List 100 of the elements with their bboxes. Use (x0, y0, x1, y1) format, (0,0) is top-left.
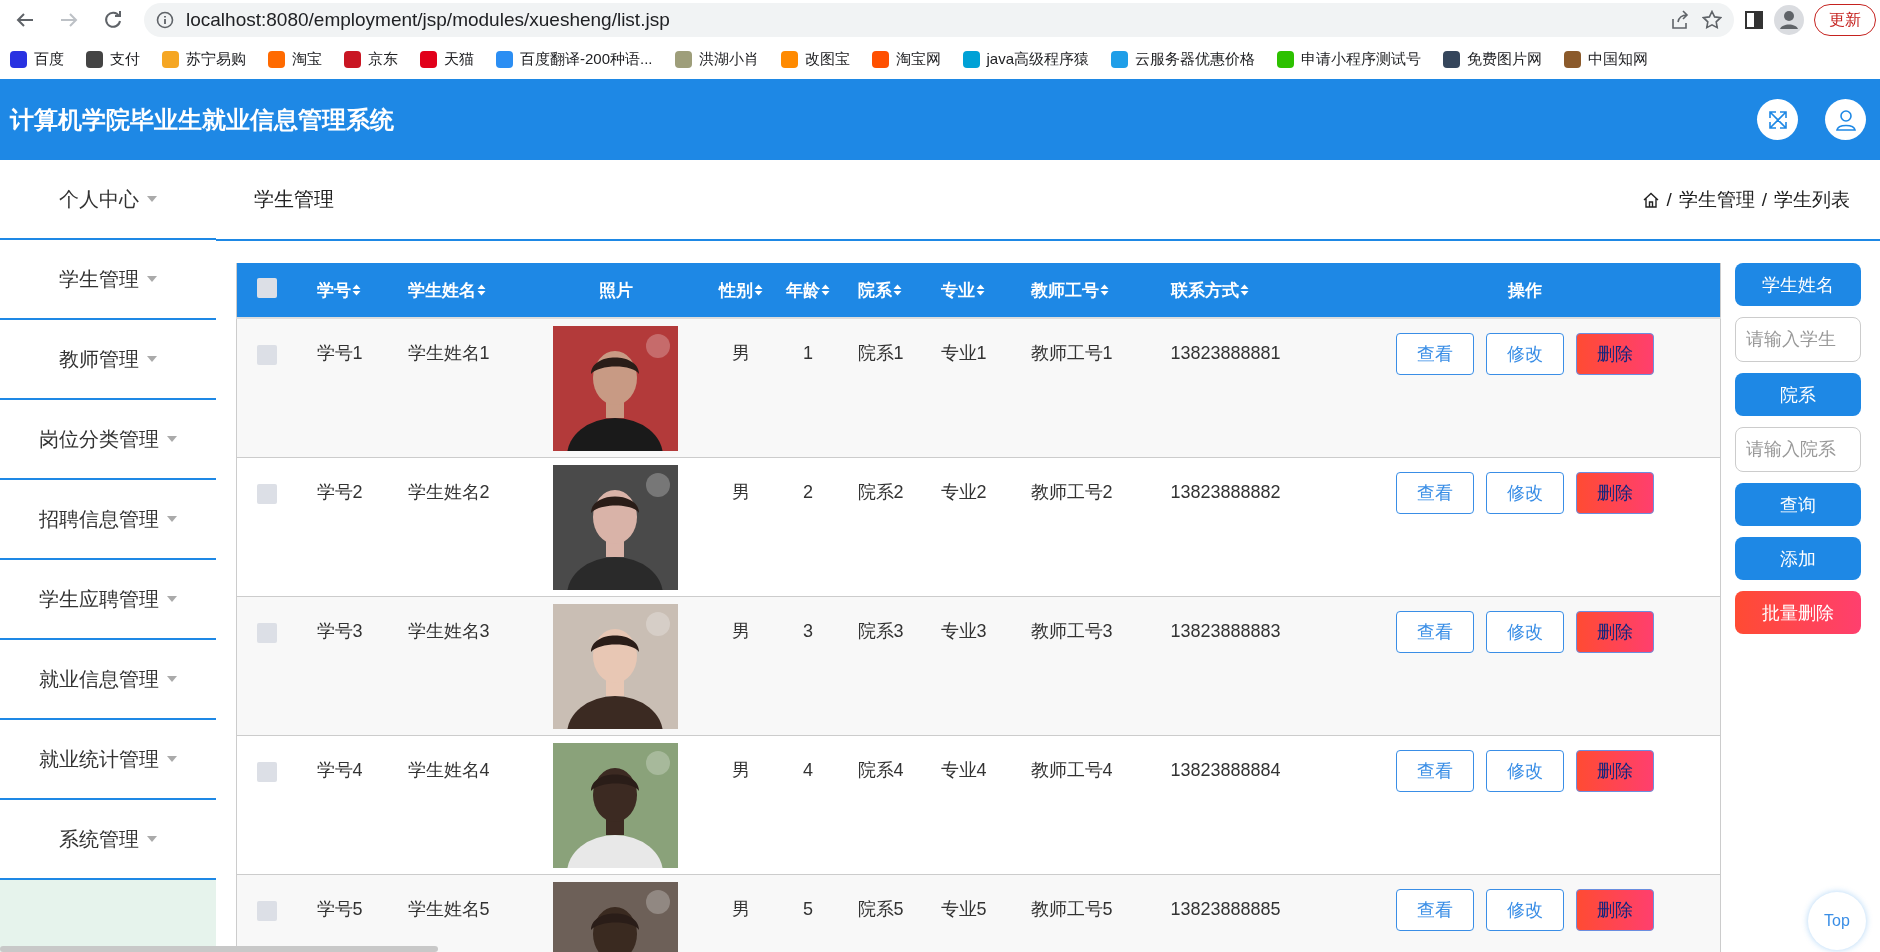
side-panel-icon[interactable] (1744, 10, 1764, 30)
share-icon[interactable] (1670, 10, 1690, 30)
search-field[interactable]: 请输入学生 (1735, 317, 1861, 362)
checkbox[interactable] (256, 345, 277, 365)
horizontal-scrollbar[interactable] (0, 946, 438, 952)
table-cell-text: 学生姓名1 (407, 342, 491, 365)
caret-icon (167, 596, 177, 602)
fullscreen-button[interactable] (1757, 99, 1798, 140)
checkbox[interactable] (256, 900, 277, 921)
delete-button[interactable]: 删除 (1576, 888, 1655, 931)
sort-icon[interactable] (1239, 284, 1249, 296)
breadcrumb-separator: / (1761, 188, 1767, 211)
edit-button[interactable]: 修改 (1486, 888, 1565, 931)
table-cell-text: 13823888884 (1170, 758, 1282, 782)
table-cell-text: 学生姓名5 (407, 897, 491, 921)
caret-icon (167, 516, 177, 522)
sort-icon[interactable] (821, 284, 830, 296)
address-bar[interactable]: localhost:8080/employment/jsp/modules/xuesheng/list.jsp (144, 3, 1734, 37)
bookmark[interactable]: 京东 (344, 50, 398, 69)
bookmark[interactable]: 改图宝 (780, 50, 850, 69)
caret-icon (147, 276, 157, 282)
bookmark[interactable]: 支付 (86, 50, 140, 69)
bookmark[interactable]: 淘宝 (268, 50, 322, 69)
table-cell-text: 教师工号2 (1030, 480, 1114, 504)
sidebar-menu-item[interactable]: 学生应聘管理 (0, 560, 216, 640)
checkbox[interactable] (256, 483, 277, 504)
action-button[interactable]: 查询 (1735, 483, 1861, 526)
user-button[interactable] (1825, 99, 1866, 140)
checkbox[interactable] (256, 622, 277, 643)
delete-button[interactable]: 删除 (1576, 333, 1655, 375)
reload-icon (104, 11, 122, 29)
checkbox[interactable] (256, 761, 277, 782)
edit-button[interactable]: 修改 (1486, 610, 1565, 653)
column-header[interactable]: 学号 (316, 278, 351, 302)
delete-button[interactable]: 删除 (1576, 471, 1655, 514)
bookmark[interactable]: 淘宝网 (871, 50, 941, 69)
bookmark[interactable]: 中国知网 (1564, 50, 1649, 69)
app-title: 计算机学院毕业生就业信息管理系统 (10, 104, 395, 135)
bookmark[interactable]: 申请小程序测试号 (1277, 50, 1422, 69)
update-button[interactable]: 更新 (1814, 4, 1876, 36)
sort-icon[interactable] (476, 284, 486, 296)
view-button[interactable]: 查看 (1396, 333, 1475, 375)
column-header[interactable]: 操作 (1508, 278, 1543, 302)
bookmark[interactable]: 洪湖小肖 (674, 50, 759, 69)
table-cell-text: 专业3 (940, 619, 988, 643)
sort-icon[interactable] (892, 284, 902, 296)
home-icon[interactable] (1643, 191, 1660, 208)
sort-icon[interactable] (975, 284, 985, 296)
table-cell-text: 学生姓名4 (407, 758, 491, 782)
sidebar-menu-item[interactable]: 招聘信息管理 (0, 480, 216, 560)
column-header[interactable]: 照片 (598, 278, 633, 302)
delete-button[interactable]: 删除 (1576, 610, 1655, 653)
table-cell-text: 5 (802, 897, 814, 921)
bookmark[interactable]: 天猫 (420, 50, 474, 69)
bookmark[interactable]: 云服务器优惠价格 (1111, 50, 1256, 69)
sidebar-menu-item[interactable]: 岗位分类管理 (0, 400, 216, 480)
edit-button[interactable]: 修改 (1486, 333, 1565, 375)
caret-icon (147, 836, 157, 842)
view-button[interactable]: 查看 (1396, 888, 1475, 931)
search-field[interactable]: 请输入院系 (1735, 427, 1861, 472)
sidebar-menu-item[interactable]: 学生管理 (0, 240, 216, 320)
sidebar-menu-item[interactable]: 系统管理 (0, 800, 216, 880)
breadcrumb-link[interactable]: 学生管理 (1678, 186, 1755, 213)
column-header[interactable]: 联系方式 (1170, 278, 1239, 302)
sort-icon[interactable] (753, 284, 763, 296)
view-button[interactable]: 查看 (1396, 749, 1475, 792)
star-icon[interactable] (1702, 10, 1722, 30)
sort-icon[interactable] (351, 284, 361, 296)
bookmark[interactable]: 苏宁易购 (162, 50, 246, 69)
bookmark[interactable]: java高级程序猿 (962, 50, 1090, 69)
avatar-icon[interactable] (1774, 5, 1804, 35)
edit-button[interactable]: 修改 (1486, 471, 1565, 514)
breadcrumb-link[interactable]: 学生列表 (1774, 186, 1850, 213)
bookmark[interactable]: 免费图片网 (1443, 50, 1543, 69)
search-label-button[interactable]: 学生姓名 (1735, 263, 1861, 306)
search-label-button[interactable]: 院系 (1735, 373, 1861, 416)
sidebar-menu-item[interactable]: 就业信息管理 (0, 640, 216, 720)
table-cell-text: 专业1 (940, 342, 988, 365)
view-button[interactable]: 查看 (1396, 471, 1475, 514)
sidebar-menu-item[interactable]: 教师管理 (0, 320, 216, 400)
batch-delete-button[interactable]: 批量删除 (1735, 591, 1861, 634)
action-button[interactable]: 添加 (1735, 537, 1861, 580)
bookmark[interactable]: 百度翻译-200种语... (496, 50, 653, 69)
checkbox[interactable] (256, 277, 277, 298)
column-header[interactable]: 专业 (940, 278, 975, 302)
caret-icon (167, 676, 177, 682)
sidebar-menu-item[interactable]: 个人中心 (0, 160, 216, 240)
delete-button[interactable]: 删除 (1576, 749, 1655, 792)
info-icon (156, 11, 174, 29)
table-cell-text: 男 (730, 480, 751, 504)
bookmark[interactable]: 百度 (10, 50, 64, 69)
sidebar-menu-item[interactable]: 就业统计管理 (0, 720, 216, 800)
table-cell-text: 院系1 (857, 342, 905, 365)
view-button[interactable]: 查看 (1396, 610, 1475, 653)
column-header[interactable]: 性别 (718, 278, 753, 302)
back-to-top-button[interactable]: Top (1808, 892, 1866, 950)
breadcrumb-separator: / (1666, 188, 1672, 211)
edit-button[interactable]: 修改 (1486, 749, 1565, 792)
column-header[interactable]: 院系 (857, 278, 892, 302)
sort-icon[interactable] (1099, 284, 1109, 296)
